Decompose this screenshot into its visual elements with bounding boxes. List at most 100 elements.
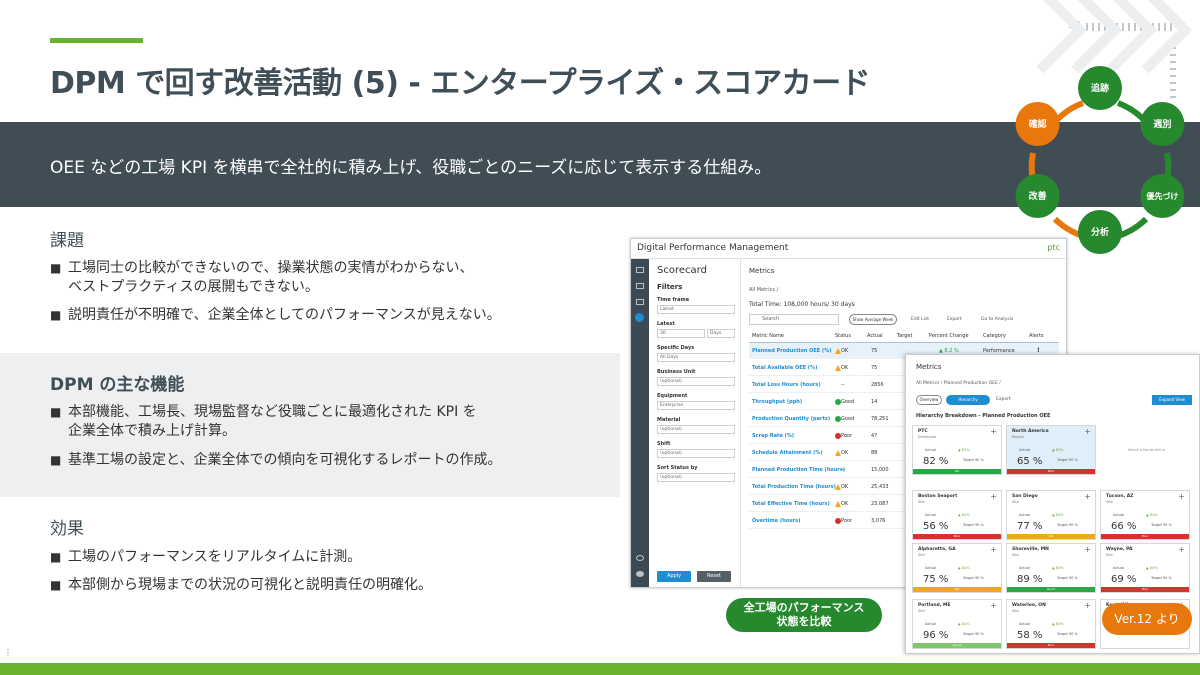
card-value: 77 % xyxy=(1017,521,1043,532)
card-value: 65 % xyxy=(1017,456,1043,467)
app-header: Digital Performance Management ptc xyxy=(631,239,1066,259)
metric-name-link[interactable]: Total Loss Hours (hours) xyxy=(752,382,821,388)
filter-input[interactable]: 30 xyxy=(657,329,705,338)
hierarchy-card[interactable]: PTC Enterprise + Actual 82 % ▲ 83% Target 90 %… xyxy=(912,425,1002,475)
metric-name-link[interactable]: Throughput (pph) xyxy=(752,399,802,405)
cycle-node-label: 追跡 xyxy=(1091,82,1109,94)
hierarchy-card[interactable]: San Diego Site + Actual 77 % ▲ 84% Target 90 %… xyxy=(1006,490,1096,540)
actual-value: 15,000 xyxy=(871,467,889,473)
grid-icon[interactable] xyxy=(636,267,644,273)
export-button[interactable]: Export xyxy=(947,317,962,322)
hierarchy-card[interactable]: Alpharetta, GA Site + Actual 75 % ▲ 84% Target… xyxy=(912,543,1002,593)
plus-icon[interactable]: + xyxy=(990,492,997,501)
hierarchy-card[interactable]: Boston Seaport Site + Actual 56 % ▲ 84% Target… xyxy=(912,490,1002,540)
column-header[interactable]: Category xyxy=(983,333,1006,339)
cycle-node: 追跡 xyxy=(1078,66,1122,110)
filter-select[interactable]: All Days xyxy=(657,353,735,362)
tab-hierarchy-breakdown[interactable]: Hierarchy Breakdown xyxy=(946,395,990,410)
ptc-logo: ptc xyxy=(1047,243,1060,252)
alert-icon[interactable]: ! xyxy=(1037,347,1040,354)
plus-icon[interactable]: + xyxy=(1084,545,1091,554)
plus-icon[interactable]: + xyxy=(1084,601,1091,610)
card-name: Shoreville, MN xyxy=(1012,547,1049,552)
tab-overview[interactable]: Overview xyxy=(916,395,942,405)
hierarchy-card[interactable]: Shoreville, MN Site + Actual 89 % ▲ 84% Target… xyxy=(1006,543,1096,593)
plus-icon[interactable]: + xyxy=(1178,545,1185,554)
plus-icon[interactable]: + xyxy=(990,427,997,436)
filter-select[interactable]: Days xyxy=(707,329,735,338)
column-header[interactable]: Percent Change xyxy=(929,333,969,339)
card-name: Portland, ME xyxy=(918,603,951,608)
actual-label: Actual xyxy=(1019,566,1030,570)
metric-name-link[interactable]: Total Effective Time (hours) xyxy=(752,501,830,507)
column-header[interactable]: Alerts xyxy=(1029,333,1044,339)
filter-select[interactable]: (optional) xyxy=(657,425,735,434)
trend-icon[interactable] xyxy=(636,299,644,305)
card-target: Target 90 % xyxy=(1057,632,1078,636)
breadcrumb[interactable]: All Metrics / xyxy=(749,287,778,293)
card-target: Target 90 % xyxy=(1151,576,1172,580)
actual-label: Actual xyxy=(1019,448,1030,452)
metric-name-link[interactable]: Planned Production Time (hours) xyxy=(752,467,845,473)
cycle-node-label: 確認 xyxy=(1029,118,1047,130)
hierarchy-card[interactable]: Wayne, PA Site + Actual 69 % ▲ 84% Target 90 %… xyxy=(1100,543,1190,593)
column-header[interactable]: Metric Name xyxy=(752,333,784,339)
card-name: San Diego xyxy=(1012,494,1038,499)
actual-value: 75 xyxy=(871,348,878,354)
hierarchy-card[interactable]: Portland, ME Site + Actual 96 % ▲ 84% Target 9… xyxy=(912,599,1002,649)
metric-name-link[interactable]: Production Quantity (parts) xyxy=(752,416,830,422)
metric-name-link[interactable]: Overtime (hours) xyxy=(752,518,800,524)
expand-view-button[interactable]: Expand View xyxy=(1152,395,1192,405)
edit-list-button[interactable]: Edit List xyxy=(911,317,929,322)
status-bar: Poor xyxy=(1101,534,1189,539)
bar-chart-icon[interactable] xyxy=(636,283,644,289)
cycle-node-label: 優先づけ xyxy=(1145,191,1178,201)
column-header[interactable]: Actual xyxy=(867,333,883,339)
column-header[interactable]: Status xyxy=(835,333,851,339)
export-button[interactable]: Export xyxy=(996,397,1011,402)
plus-icon[interactable]: + xyxy=(1178,492,1185,501)
plus-icon[interactable]: + xyxy=(1084,492,1091,501)
plus-icon[interactable]: + xyxy=(1084,427,1091,436)
apply-button[interactable]: Apply xyxy=(657,571,691,582)
metric-name-link[interactable]: Schedule Attainment (%) xyxy=(752,450,823,456)
total-time: Total Time: 108,000 hours/ 30 days xyxy=(749,301,855,308)
breadcrumb[interactable]: All Metrics / Planned Production OEE / xyxy=(916,381,1001,386)
actual-label: Actual xyxy=(1019,622,1030,626)
gear-icon[interactable] xyxy=(636,555,644,561)
metric-name-link[interactable]: Planned Production OEE (%) xyxy=(752,348,832,354)
scorecard-icon[interactable] xyxy=(635,313,644,322)
filter-select[interactable]: (optional) xyxy=(657,473,735,482)
filters-panel: Scorecard Filters Time frame Latest Late… xyxy=(649,259,741,587)
cycle-node-label: 週別 xyxy=(1153,118,1171,130)
bullet-item: 説明責任が不明確で、企業全体としてのパフォーマンスが見えない。 xyxy=(50,306,630,325)
actual-value: 3,076 xyxy=(871,518,886,524)
metric-name-link[interactable]: Total Available OEE (%) xyxy=(752,365,817,371)
actual-value: 2856 xyxy=(871,382,884,388)
filter-select[interactable]: (optional) xyxy=(657,377,735,386)
metric-name-link[interactable]: Total Production Time (hours) xyxy=(752,484,836,490)
filter-select[interactable]: (optional) xyxy=(657,449,735,458)
metrics-title: Metrics xyxy=(749,267,775,275)
hierarchy-card[interactable]: Tucson, AZ Site + Actual 66 % ▲ 84% Target 90 … xyxy=(1100,490,1190,540)
search-input[interactable]: Search xyxy=(749,314,839,325)
status-bar: OK xyxy=(1007,534,1095,539)
plus-icon[interactable]: + xyxy=(990,545,997,554)
column-header[interactable]: Target xyxy=(897,333,912,339)
plus-icon[interactable]: + xyxy=(990,601,997,610)
status-text: Good xyxy=(841,399,855,405)
status-text: OK xyxy=(841,501,849,507)
user-icon[interactable] xyxy=(636,571,644,577)
filter-label: Specific Days xyxy=(657,345,695,351)
filter-select[interactable]: Latest xyxy=(657,305,735,314)
filter-label: Latest xyxy=(657,321,675,327)
filter-select[interactable]: Enterprise xyxy=(657,401,735,410)
show-average-week-button[interactable]: Show Average Week xyxy=(849,314,897,325)
status-text: OK xyxy=(841,348,849,354)
reset-button[interactable]: Reset xyxy=(697,571,731,582)
hierarchy-card[interactable]: North America Region + Actual 65 % ▲ 83% Targe… xyxy=(1006,425,1096,475)
card-change: ▲ 84% xyxy=(1052,622,1064,626)
hierarchy-card[interactable]: Waterloo, ON Site + Actual 58 % ▲ 84% Target 9… xyxy=(1006,599,1096,649)
metric-name-link[interactable]: Scrap Rate (%) xyxy=(752,433,794,439)
go-to-analysis-button[interactable]: Go to Analysis xyxy=(981,317,1013,322)
